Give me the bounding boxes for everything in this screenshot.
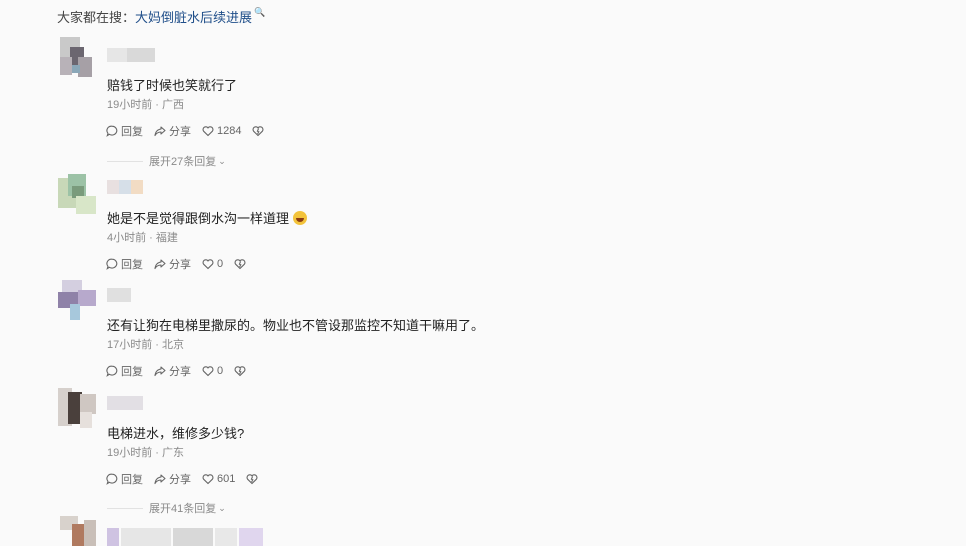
comment-actions: 回复 分享 0 <box>106 256 260 272</box>
share-button[interactable]: 分享 <box>154 123 191 139</box>
username[interactable] <box>107 180 143 194</box>
username[interactable] <box>107 396 143 410</box>
dislike-icon <box>234 259 246 270</box>
comment-meta: 19小时前 · 广东 <box>107 447 185 459</box>
search-keyword-link[interactable]: 大妈倒脏水后续进展 <box>135 10 252 25</box>
search-suggestion: 大家都在搜：大妈倒脏水后续进展 🔍 <box>57 7 265 26</box>
comment-meta: 17小时前 · 北京 <box>107 339 185 351</box>
chevron-down-icon: ⌄ <box>218 155 226 166</box>
laughing-emoji-icon <box>293 211 308 225</box>
expand-replies[interactable]: 展开27条回复 ⌄ <box>107 153 226 169</box>
share-button[interactable]: 分享 <box>154 363 191 379</box>
share-icon <box>154 474 166 485</box>
comment-location: 福建 <box>155 232 178 244</box>
comment-time: 19小时前 <box>107 447 153 459</box>
divider <box>107 160 143 162</box>
search-icon[interactable]: 🔍 <box>254 7 265 17</box>
comment-text: 还有让狗在电梯里撒尿的。物业也不管设那监控不知道干嘛用了。 <box>107 318 485 333</box>
share-icon <box>154 259 166 270</box>
reply-icon <box>106 365 118 377</box>
avatar[interactable] <box>58 516 96 546</box>
like-button[interactable]: 0 <box>202 365 223 377</box>
like-count: 0 <box>217 258 224 270</box>
avatar[interactable] <box>58 174 96 214</box>
reply-button[interactable]: 回复 <box>106 123 143 139</box>
reply-button[interactable]: 回复 <box>106 471 143 487</box>
reply-icon <box>106 258 118 270</box>
dislike-icon <box>253 126 264 137</box>
avatar[interactable] <box>58 280 96 320</box>
dislike-button[interactable] <box>246 473 261 485</box>
username[interactable] <box>107 528 267 546</box>
comment-text: 电梯进水，维修多少钱? <box>107 426 245 441</box>
like-count: 0 <box>217 365 224 377</box>
comment-time: 19小时前 <box>107 99 153 111</box>
reply-button[interactable]: 回复 <box>106 363 143 379</box>
avatar[interactable] <box>58 388 96 428</box>
comment-location: 广东 <box>162 447 185 459</box>
comment-location: 广西 <box>162 99 185 111</box>
like-icon <box>202 259 214 270</box>
like-count: 601 <box>217 473 236 485</box>
like-button[interactable]: 0 <box>202 258 223 270</box>
share-button[interactable]: 分享 <box>154 471 191 487</box>
username[interactable] <box>107 288 131 302</box>
divider <box>107 507 143 509</box>
share-icon <box>154 126 166 137</box>
dislike-button[interactable] <box>252 125 267 137</box>
comment-actions: 回复 分享 0 <box>106 363 260 379</box>
username[interactable] <box>107 48 155 62</box>
search-prefix: 大家都在搜： <box>57 10 136 25</box>
like-button[interactable]: 601 <box>202 473 235 485</box>
avatar[interactable] <box>58 37 96 77</box>
dislike-button[interactable] <box>234 258 249 270</box>
like-icon <box>202 126 214 137</box>
reply-button[interactable]: 回复 <box>106 256 143 272</box>
dislike-icon <box>246 474 258 485</box>
comment-actions: 回复 分享 601 <box>106 471 272 487</box>
dislike-button[interactable] <box>234 365 249 377</box>
comment-location: 北京 <box>162 339 185 351</box>
reply-icon <box>106 473 118 485</box>
chevron-down-icon: ⌄ <box>218 502 226 513</box>
like-count: 1284 <box>217 125 242 137</box>
comment-meta: 4小时前 · 福建 <box>107 232 178 244</box>
like-icon <box>202 366 214 377</box>
comment-time: 17小时前 <box>107 339 153 351</box>
like-icon <box>202 474 214 485</box>
comment-text: 她是不是觉得跟倒水沟一样道理 <box>107 208 308 227</box>
share-icon <box>154 366 166 377</box>
share-button[interactable]: 分享 <box>154 256 191 272</box>
reply-icon <box>106 125 118 137</box>
expand-replies[interactable]: 展开41条回复 ⌄ <box>107 500 226 516</box>
comment-text: 赔钱了时候也笑就行了 <box>107 78 238 93</box>
comment-actions: 回复 分享 1284 <box>106 123 278 139</box>
comment-meta: 19小时前 · 广西 <box>107 99 185 111</box>
like-button[interactable]: 1284 <box>202 125 241 137</box>
dislike-icon <box>234 366 246 377</box>
comment-time: 4小时前 <box>107 232 147 244</box>
